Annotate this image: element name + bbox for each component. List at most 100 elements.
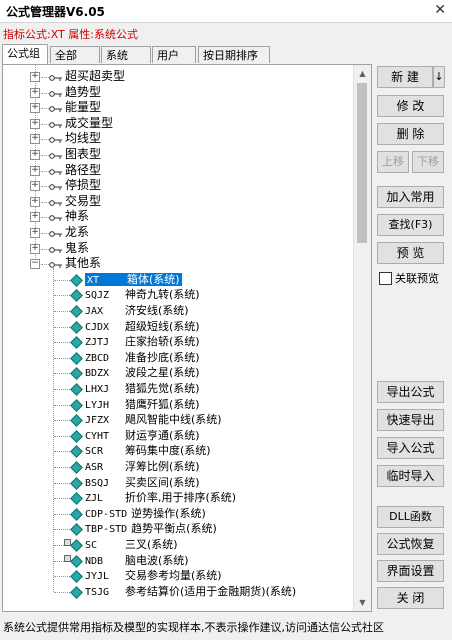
tree-formula-item[interactable]: ASR 浮筹比例(系统) (85, 459, 200, 474)
tree-expander-icon[interactable]: + (30, 228, 40, 238)
move-down-button[interactable]: 下移 (412, 151, 444, 173)
key-icon (49, 197, 63, 207)
tree-group-item[interactable]: 鬼系 (65, 241, 89, 256)
tree-expander-icon[interactable]: + (30, 196, 40, 207)
formula-icon (70, 554, 83, 568)
formula-name: 逆势操作(系统) (131, 506, 206, 520)
tree-formula-item[interactable]: LHXJ 猎狐先觉(系统) (85, 381, 200, 396)
ui-settings-button[interactable]: 界面设置 (377, 560, 444, 582)
formula-icon (70, 305, 83, 318)
formula-item-text: SC 三叉(系统) (85, 538, 178, 551)
formula-code: LHXJ (85, 384, 110, 395)
delete-button[interactable]: 删 除 (377, 123, 444, 145)
tree-group-item[interactable]: 均线型 (65, 131, 101, 146)
formula-icon (70, 320, 83, 334)
tree-formula-item[interactable]: TBP-STD 趋势平衡点(系统) (85, 521, 217, 536)
tree-group-item[interactable]: 交易型 (65, 194, 101, 209)
tree-scrollbar[interactable]: ▲ ▼ (353, 65, 371, 611)
formula-icon (70, 336, 83, 350)
tree-expander-icon[interactable]: + (30, 181, 40, 192)
formula-item-text: LYJH 猎鹰歼狐(系统) (85, 398, 200, 411)
preview-button[interactable]: 预 览 (377, 242, 444, 264)
tree-formula-item[interactable]: XT 箱体(系统) (85, 272, 182, 287)
formula-item-text: SQJZ 神奇九转(系统) (85, 288, 200, 301)
tree-formula-item[interactable]: ZJL 折价率,用于排序(系统) (85, 490, 236, 505)
key-icon (49, 244, 63, 254)
tree-group-item[interactable]: 停损型 (65, 178, 101, 193)
tree-formula-item[interactable]: ZBCD 准备抄底(系统) (85, 350, 200, 365)
tree-expander-icon[interactable]: + (30, 103, 40, 114)
temp-import-button[interactable]: 临时导入 (377, 465, 444, 487)
formula-name: 神奇九转(系统) (125, 288, 200, 302)
tree-group-item[interactable]: 趋势型 (65, 85, 101, 100)
tree-expander-icon[interactable]: + (30, 72, 40, 82)
tree-expander-icon[interactable]: + (30, 150, 40, 160)
tab-system[interactable]: 系统 (101, 46, 151, 63)
tree-group-item[interactable]: 龙系 (65, 225, 89, 240)
tree-expander-icon[interactable]: + (30, 87, 40, 98)
tree-connector-line (54, 357, 70, 359)
tree-group-item[interactable]: 路径型 (65, 163, 101, 178)
find-button[interactable]: 查找(F3) (377, 214, 444, 236)
tree-expander-icon[interactable]: + (30, 165, 40, 176)
tree-formula-item[interactable]: CJDX 超级短线(系统) (85, 319, 200, 334)
tree-formula-item[interactable]: SCR 筹码集中度(系统) (85, 443, 211, 458)
formula-code: ZJTJ (85, 337, 110, 349)
tab-formula-group[interactable]: 公式组 (2, 44, 48, 64)
close-button[interactable]: 关 闭 (377, 587, 444, 609)
tree-formula-item[interactable]: JYJL 交易参考均量(系统) (85, 568, 222, 583)
tree-group-item[interactable]: 神系 (65, 209, 89, 224)
tree-formula-item[interactable]: BSQJ 买卖区间(系统) (85, 475, 200, 490)
formula-item-text: JFZX 飓风智能中线(系统) (85, 413, 222, 426)
tree-formula-item[interactable]: JFZX 飓风智能中线(系统) (85, 412, 222, 427)
tree-connector-line (41, 248, 49, 250)
tree-formula-item[interactable]: JAX 济安线(系统) (85, 303, 189, 318)
formula-icon (70, 367, 83, 381)
scroll-up-icon[interactable]: ▲ (356, 67, 369, 80)
formula-tree[interactable]: + 超买超卖型 + 趋势型 + 能量型 + 成交量型 + 均线型 + 图表型 + 路径型 + 停损型 + 交易型 +… (3, 65, 355, 611)
quick-export-button[interactable]: 快速导出 (377, 409, 444, 431)
add-common-button[interactable]: 加入常用 (377, 186, 444, 208)
modify-button[interactable]: 修 改 (377, 95, 444, 117)
key-icon (49, 134, 63, 144)
formula-code: JYJL (85, 571, 110, 583)
new-button[interactable]: 新 建 (377, 66, 433, 88)
tree-expander-icon[interactable]: + (30, 243, 40, 254)
tree-group-item[interactable]: 超买超卖型 (65, 69, 125, 84)
tree-formula-item[interactable]: BDZX 波段之星(系统) (85, 365, 200, 380)
tab-sort-by-date[interactable]: 按日期排序 (198, 46, 270, 63)
tree-formula-item[interactable]: CYHT 财运亨通(系统) (85, 428, 200, 443)
tree-expander-icon[interactable]: + (30, 212, 40, 223)
key-icon (49, 150, 63, 160)
tree-group-item[interactable]: 能量型 (65, 100, 101, 115)
tab-user[interactable]: 用户 (152, 46, 196, 63)
tree-formula-item[interactable]: ZJTJ 庄家抬轿(系统) (85, 334, 200, 349)
tree-group-item[interactable]: 图表型 (65, 147, 101, 162)
tree-expander-icon[interactable]: + (30, 118, 40, 129)
key-icon (49, 228, 63, 238)
tab-all[interactable]: 全部 (50, 46, 100, 63)
tree-connector-line (41, 233, 49, 234)
scroll-down-icon[interactable]: ▼ (356, 596, 369, 609)
link-preview-checkbox[interactable] (379, 272, 392, 285)
tree-group-item[interactable]: 其他系 (65, 256, 101, 271)
tree-formula-item[interactable]: CDP-STD 逆势操作(系统) (85, 506, 206, 521)
tree-formula-item[interactable]: NDB 脑电波(系统) (85, 553, 189, 568)
tree-expander-icon[interactable]: − (30, 259, 40, 270)
move-up-button[interactable]: 上移 (377, 151, 409, 173)
tree-connector-line (41, 186, 49, 188)
export-button[interactable]: 导出公式 (377, 381, 444, 403)
tree-formula-item[interactable]: SQJZ 神奇九转(系统) (85, 287, 200, 302)
import-button[interactable]: 导入公式 (377, 437, 444, 459)
restore-button[interactable]: 公式恢复 (377, 533, 444, 555)
tree-formula-item[interactable]: LYJH 猎鹰歼狐(系统) (85, 397, 200, 412)
dll-function-button[interactable]: DLL函数 (377, 506, 444, 528)
tree-expander-icon[interactable]: + (30, 134, 40, 145)
new-dropdown-button[interactable]: ↓ (433, 66, 445, 88)
scroll-thumb[interactable] (357, 83, 367, 243)
tree-formula-item[interactable]: SC 三叉(系统) (85, 537, 178, 552)
tree-group-item[interactable]: 成交量型 (65, 116, 113, 131)
tree-formula-item[interactable]: TSJG 参考结算价(适用于金融期货)(系统) (85, 584, 296, 599)
close-icon[interactable]: ✕ (434, 2, 446, 18)
tree-connector-line (54, 279, 70, 281)
